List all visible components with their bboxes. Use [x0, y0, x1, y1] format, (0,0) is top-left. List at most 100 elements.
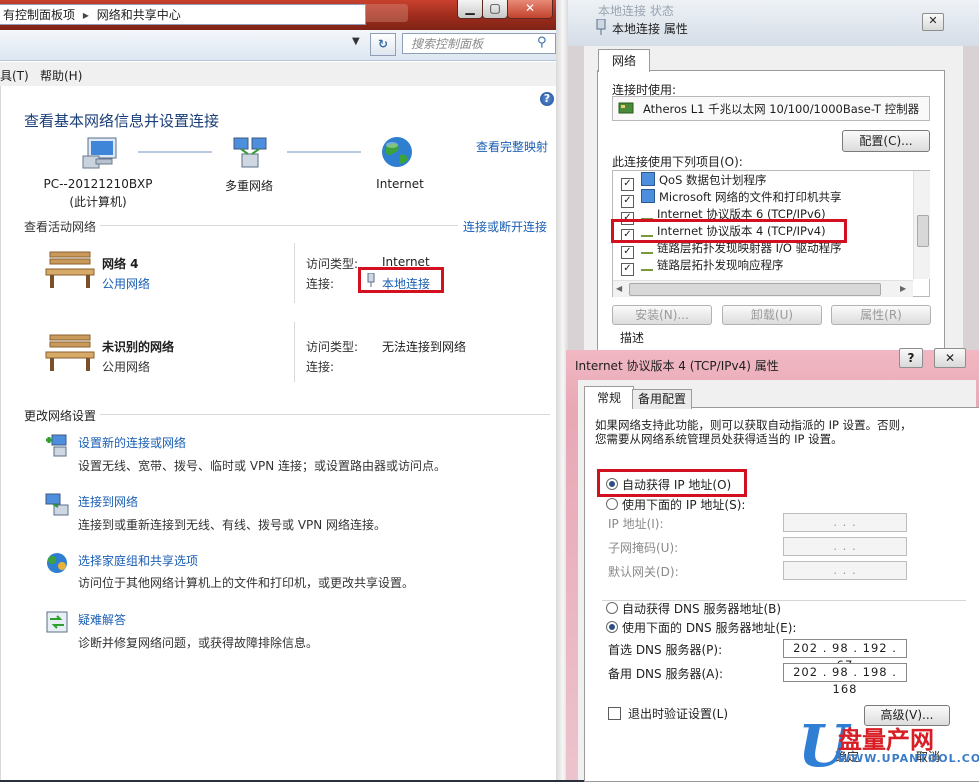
tab-alternate-config[interactable]: 备用配置	[632, 389, 692, 409]
intro-text: 您需要从网络系统管理员处获得适当的 IP 设置。	[595, 432, 843, 446]
multiple-networks-icon	[233, 137, 267, 168]
manual-dns-radio[interactable]: 使用下面的 DNS 服务器地址(E):	[606, 619, 796, 636]
access-type-value: 无法连接到网络	[382, 340, 467, 354]
validate-checkbox[interactable]: 退出时验证设置(L)	[608, 705, 728, 722]
connection-label: 连接:	[306, 360, 335, 374]
tab-general[interactable]: 常规	[584, 386, 634, 409]
radio-selected-icon[interactable]	[606, 621, 618, 633]
view-full-map-link[interactable]: 查看完整映射	[476, 138, 548, 155]
vertical-scrollbar[interactable]	[913, 171, 930, 279]
tab-network[interactable]: 网络	[598, 49, 650, 72]
park-bench-icon[interactable]	[44, 333, 96, 373]
uninstall-button[interactable]: 卸载(U)	[722, 305, 822, 325]
properties-button[interactable]: 属性(R)	[831, 305, 931, 325]
breadcrumb-control-panel[interactable]: 有控制面板项	[3, 8, 75, 22]
background-window-title: 本地连接 状态	[598, 4, 674, 18]
protocol-icon	[641, 206, 653, 220]
scroll-left-icon[interactable]: ◀	[616, 284, 622, 293]
homegroup-options-link[interactable]: 选择家庭组和共享选项	[78, 552, 198, 569]
manual-ip-label: 使用下面的 IP 地址(S):	[622, 498, 746, 512]
network-adapter-icon	[618, 102, 634, 114]
list-item[interactable]: ✓ QoS 数据包计划程序	[621, 172, 767, 191]
radio-icon[interactable]	[606, 498, 618, 510]
setup-connection-link[interactable]: 设置新的连接或网络	[78, 434, 186, 451]
network-plug-icon	[596, 19, 606, 35]
network-type-link[interactable]: 公用网络	[102, 275, 150, 292]
preferred-dns-label: 首选 DNS 服务器(P):	[608, 643, 723, 657]
watermark-url: WWW.UPANTOOL.COM	[838, 752, 979, 765]
scroll-right-icon[interactable]: ▶	[900, 284, 906, 293]
connect-to-network-link[interactable]: 连接到网络	[78, 493, 138, 510]
network-type: 公用网络	[102, 360, 151, 374]
computer-sub: (此计算机)	[69, 195, 127, 209]
map-connector-line	[287, 151, 361, 153]
park-bench-icon[interactable]	[44, 250, 96, 290]
ip-address-input[interactable]: . . .	[783, 513, 907, 532]
map-connector-line	[138, 151, 212, 153]
network-name: 网络 4	[102, 257, 139, 271]
breadcrumb[interactable]: 有控制面板项 ▸ 网络和共享中心	[0, 4, 366, 25]
auto-dns-label: 自动获得 DNS 服务器地址(B)	[622, 602, 782, 616]
highlight-box	[611, 219, 847, 243]
list-item[interactable]: ✓ Microsoft 网络的文件和打印机共享	[621, 189, 842, 208]
search-input[interactable]: 搜索控制面板	[402, 33, 556, 54]
divider	[294, 243, 295, 303]
alternate-dns-input[interactable]: 202 . 98 . 198 . 168	[783, 663, 907, 696]
refresh-button[interactable]: ↻	[370, 33, 396, 56]
help-button[interactable]: ?	[899, 348, 923, 368]
network-name: 未识别的网络	[102, 340, 175, 354]
menu-tools[interactable]: 具(T)	[0, 67, 29, 84]
subnet-mask-input[interactable]: . . .	[783, 537, 907, 556]
close-button[interactable]: ✕	[922, 13, 944, 31]
install-button[interactable]: 安装(N)...	[612, 305, 712, 325]
close-button[interactable]: ✕	[507, 0, 553, 19]
task-description: 诊断并修复网络问题，或获得故障排除信息。	[78, 636, 319, 650]
ip-address-label: IP 地址(I):	[608, 517, 664, 531]
access-type-label: 访问类型:	[306, 340, 359, 354]
validate-label: 退出时验证设置(L)	[628, 707, 729, 721]
internet-label[interactable]: Internet	[350, 177, 450, 191]
minimize-button[interactable]: ▁	[457, 0, 483, 19]
watermark-text: 盘量产网	[838, 726, 934, 754]
highlight-box	[358, 267, 444, 293]
checkbox[interactable]	[608, 707, 621, 720]
scroll-thumb[interactable]	[917, 215, 929, 247]
maximize-button[interactable]: ▢	[482, 0, 508, 19]
troubleshoot-link[interactable]: 疑难解答	[78, 611, 126, 628]
radio-icon[interactable]	[606, 602, 618, 614]
item-label: 链路层拓扑发现响应程序	[657, 258, 784, 272]
close-button[interactable]: ✕	[934, 348, 966, 368]
task-description: 访问位于其他网络计算机上的文件和打印机，或更改共享设置。	[78, 576, 415, 590]
description-group-label: 描述	[620, 331, 645, 345]
checkbox[interactable]: ✓	[621, 263, 634, 276]
task-description: 连接到或重新连接到无线、有线、拨号或 VPN 网络连接。	[78, 518, 387, 532]
computer-icon	[82, 137, 117, 169]
multiple-networks-label[interactable]: 多重网络	[199, 177, 299, 194]
gateway-label: 默认网关(D):	[608, 565, 679, 579]
preferred-dns-input[interactable]: 202 . 98 . 192 . 67	[783, 639, 907, 672]
connect-disconnect-link[interactable]: 连接或断开连接	[463, 218, 547, 235]
breadcrumb-network-center[interactable]: 网络和共享中心	[97, 8, 181, 22]
file-sharing-icon	[641, 189, 655, 203]
item-label: QoS 数据包计划程序	[659, 173, 767, 187]
highlight-box	[597, 469, 747, 497]
item-label: Microsoft 网络的文件和打印机共享	[659, 190, 842, 204]
connection-label: 连接:	[306, 277, 335, 291]
refresh-icon: ↻	[377, 37, 389, 51]
dialog-title: Internet 协议版本 4 (TCP/IPv4) 属性	[575, 359, 779, 373]
breadcrumb-separator-icon[interactable]: ▸	[83, 8, 89, 22]
manual-ip-radio[interactable]: 使用下面的 IP 地址(S):	[606, 496, 745, 513]
menu-help[interactable]: 帮助(H)	[40, 67, 82, 84]
help-icon[interactable]: ?	[540, 92, 554, 106]
qos-icon	[641, 172, 655, 186]
list-item[interactable]: ✓ 链路层拓扑发现响应程序	[621, 257, 784, 276]
scroll-thumb[interactable]	[629, 283, 881, 296]
horizontal-scrollbar[interactable]: ◀ ▶	[613, 280, 913, 297]
auto-dns-radio[interactable]: 自动获得 DNS 服务器地址(B)	[606, 600, 781, 617]
menu-bar	[0, 62, 562, 87]
gateway-input[interactable]: . . .	[783, 561, 907, 580]
configure-button[interactable]: 配置(C)...	[842, 130, 930, 152]
chevron-down-icon[interactable]: ▼	[352, 36, 360, 47]
search-icon[interactable]: ⚲	[537, 35, 547, 50]
computer-name[interactable]: PC--20121210BXP	[28, 177, 168, 191]
